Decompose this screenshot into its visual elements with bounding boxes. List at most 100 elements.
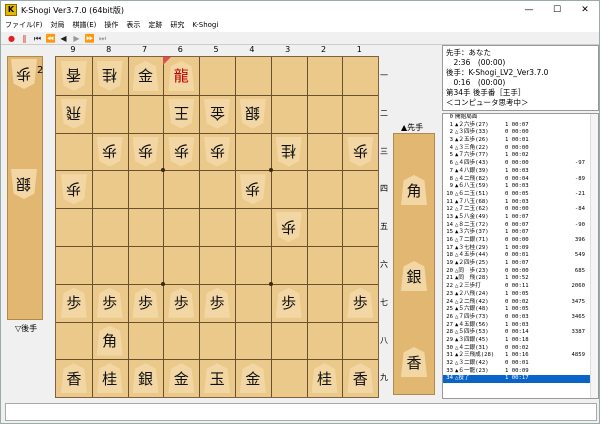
move-score xyxy=(555,337,585,345)
move-list-scrollbar[interactable] xyxy=(590,114,598,398)
gote-piece[interactable]: 桂 xyxy=(275,136,302,167)
move-row[interactable]: 28 △５四歩(53) 0 00:14 3387 xyxy=(443,329,598,337)
sente-piece[interactable]: 歩 xyxy=(347,287,374,318)
move-row[interactable]: 6 △４四歩(43) 0 00:00 -97 xyxy=(443,160,598,168)
sente-piece[interactable]: 歩 xyxy=(168,287,195,318)
comment-box[interactable] xyxy=(5,403,597,421)
gote-piece[interactable]: 歩 xyxy=(60,174,87,205)
sente-hand-piece[interactable]: 角 xyxy=(401,175,427,205)
menu-operate[interactable]: 操作 xyxy=(100,19,122,32)
move-list[interactable]: 0 開始局面 1 ▲２六歩(27) 1 00:07 2 △３四歩(33) 0 00:00 3 ▲２… xyxy=(442,113,599,399)
move-notation: ▲３六歩(37) xyxy=(455,229,489,236)
record-icon[interactable]: ● xyxy=(5,33,18,44)
menu-joseki[interactable]: 定跡 xyxy=(144,19,166,32)
gote-piece[interactable]: 歩 xyxy=(275,212,302,243)
sente-piece[interactable]: 歩 xyxy=(132,287,159,318)
sente-piece[interactable]: 金 xyxy=(132,60,159,91)
menu-game[interactable]: 対局 xyxy=(47,19,69,32)
move-row[interactable]: 34 △投了 1 00:17 xyxy=(443,375,598,384)
move-notation: △７二玉(62) xyxy=(455,206,489,213)
gote-piece[interactable]: 歩 xyxy=(239,174,266,205)
move-row[interactable]: 16 △７二銀(71) 0 00:00 396 xyxy=(443,237,598,245)
sente-piece[interactable]: 銀 xyxy=(132,363,159,394)
gote-piece[interactable]: 銀 xyxy=(239,98,266,129)
move-row[interactable]: 31 ▲２三飛成(28) 1 00:16 4859 xyxy=(443,352,598,360)
gote-hand-piece[interactable]: 銀 xyxy=(11,169,37,199)
gote-piece[interactable]: 飛 xyxy=(60,98,87,129)
menu-file[interactable]: ファイル(F) xyxy=(1,19,47,32)
move-time: 1 00:05 xyxy=(505,306,529,313)
app-icon: K xyxy=(5,4,17,16)
gote-piece[interactable]: 香 xyxy=(60,60,87,91)
gote-piece[interactable]: 歩 xyxy=(204,136,231,167)
sente-piece[interactable]: 金 xyxy=(239,363,266,394)
pause-icon[interactable]: ‖ xyxy=(18,33,31,44)
move-notation: ▲５八金(49) xyxy=(455,213,489,220)
maximize-button[interactable]: ☐ xyxy=(543,1,571,19)
move-row[interactable]: 32 △３二銀(42) 0 00:01 xyxy=(443,360,598,368)
move-row[interactable]: 3 ▲２五歩(26) 1 00:01 xyxy=(443,137,598,145)
move-row[interactable]: 12 △７二玉(62) 0 00:00 -84 xyxy=(443,206,598,214)
gote-piece[interactable]: 金 xyxy=(204,98,231,129)
menu-kifu[interactable]: 棋譜(E) xyxy=(69,19,101,32)
move-notation: △４四歩(43) xyxy=(455,160,489,167)
sente-piece[interactable]: 桂 xyxy=(96,363,123,394)
move-time: 1 00:17 xyxy=(505,375,529,382)
sente-piece[interactable]: 香 xyxy=(347,363,374,394)
move-row[interactable]: 18 △４五歩(44) 0 00:01 549 xyxy=(443,252,598,260)
sente-piece[interactable]: 香 xyxy=(60,363,87,394)
move-row[interactable]: 7 ▲４八銀(39) 1 00:03 xyxy=(443,168,598,176)
move-time: 1 00:03 xyxy=(505,198,529,205)
sente-piece[interactable]: 金 xyxy=(168,363,195,394)
gote-hand-piece[interactable]: 歩 xyxy=(11,59,37,89)
move-time: 1 00:07 xyxy=(505,229,529,236)
sente-piece[interactable]: 歩 xyxy=(96,287,123,318)
first-move-icon[interactable]: ⏮ xyxy=(31,33,44,44)
sente-hand-piece[interactable]: 銀 xyxy=(401,261,427,291)
gote-piece[interactable]: 歩 xyxy=(96,136,123,167)
move-row[interactable]: 5 ▲７六歩(77) 1 00:02 xyxy=(443,152,598,160)
minimize-button[interactable]: — xyxy=(515,1,543,19)
move-number: 6 xyxy=(449,160,453,167)
move-row[interactable]: 15 ▲３六歩(37) 1 00:07 xyxy=(443,229,598,237)
next-10-icon[interactable]: ⏩ xyxy=(83,33,96,44)
gote-piece[interactable]: 王 xyxy=(168,98,195,129)
move-score xyxy=(555,306,585,314)
sente-piece[interactable]: 角 xyxy=(96,325,123,356)
sente-piece[interactable]: 歩 xyxy=(204,287,231,318)
move-time: 1 00:09 xyxy=(505,367,529,374)
sente-piece[interactable]: 歩 xyxy=(60,287,87,318)
move-row[interactable]: 10 △６二玉(51) 0 00:05 -21 xyxy=(443,191,598,199)
title-bar[interactable]: K K-Shogi Ver3.7.0 (64bit版) — ☐ ✕ xyxy=(1,1,599,19)
menu-research[interactable]: 研究 xyxy=(166,19,188,32)
sente-hand-piece[interactable]: 香 xyxy=(401,347,427,377)
move-row[interactable]: 2 △３四歩(33) 0 00:00 xyxy=(443,129,598,137)
move-number: 22 xyxy=(446,283,453,290)
gote-piece[interactable]: 桂 xyxy=(96,60,123,91)
rank-label: 九 xyxy=(380,373,388,383)
gote-piece[interactable]: 歩 xyxy=(132,136,159,167)
close-button[interactable]: ✕ xyxy=(571,1,599,19)
move-row[interactable]: 19 ▲２四歩(25) 1 00:07 xyxy=(443,260,598,268)
sente-piece[interactable]: 桂 xyxy=(311,363,338,394)
menu-kshogi[interactable]: K-Shogi xyxy=(188,19,222,32)
prev-icon[interactable]: ◀ xyxy=(57,33,70,44)
gote-piece[interactable]: 歩 xyxy=(168,136,195,167)
prev-10-icon[interactable]: ⏪ xyxy=(44,33,57,44)
move-row[interactable]: 9 ▲６八玉(59) 1 00:03 xyxy=(443,183,598,191)
move-row[interactable]: 25 ▲５六銀(48) 1 00:05 xyxy=(443,306,598,314)
gote-piece[interactable]: 歩 xyxy=(347,136,374,167)
last-move-icon[interactable]: ⏭ xyxy=(96,33,109,44)
move-row[interactable]: 29 ▲３四銀(45) 1 00:18 xyxy=(443,337,598,345)
move-row[interactable]: 21 ▲同 飛(28) 1 00:52 xyxy=(443,275,598,283)
sente-piece[interactable]: 龍 xyxy=(168,60,195,91)
move-row[interactable]: 26 △７四歩(73) 0 00:03 3465 xyxy=(443,314,598,322)
move-row[interactable]: 23 ▲２八飛(24) 1 00:05 xyxy=(443,291,598,299)
move-row[interactable]: 22 △２三歩打 0 00:11 2060 xyxy=(443,283,598,291)
menu-view[interactable]: 表示 xyxy=(122,19,144,32)
move-row[interactable]: 0 開始局面 xyxy=(443,114,598,122)
move-row[interactable]: 13 ▲５八金(49) 1 00:07 xyxy=(443,214,598,222)
next-icon[interactable]: ▶ xyxy=(70,33,83,44)
sente-piece[interactable]: 玉 xyxy=(204,363,231,394)
sente-piece[interactable]: 歩 xyxy=(275,287,302,318)
